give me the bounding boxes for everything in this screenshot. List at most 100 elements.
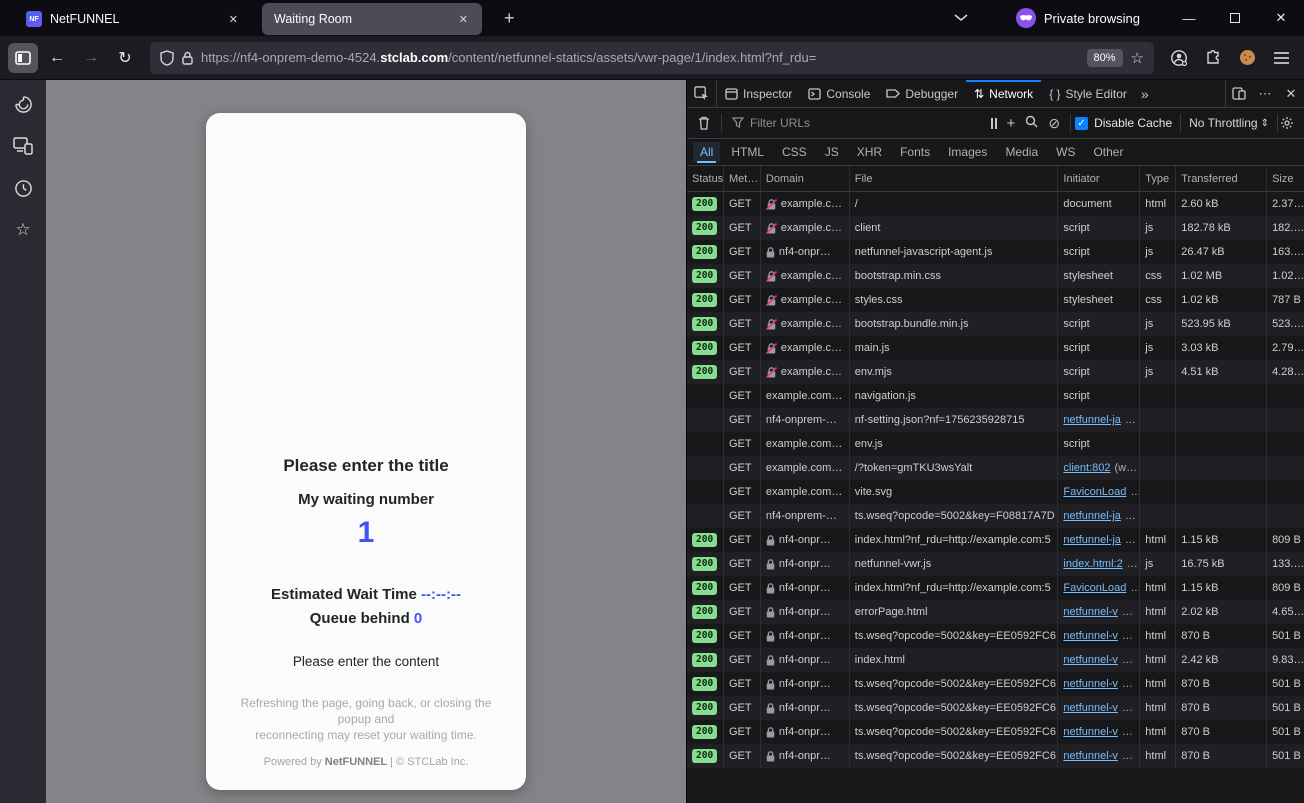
initiator-link[interactable]: netfunnel-v [1063, 624, 1117, 648]
column-header-type[interactable]: Type [1140, 166, 1176, 191]
table-row[interactable]: 200GETnf4-onpr…ts.wseq?opcode=5002&key=E… [687, 696, 1304, 720]
initiator-link[interactable]: FaviconLoad [1063, 576, 1126, 600]
filter-tab-js[interactable]: JS [818, 142, 846, 162]
table-row[interactable]: GETexample.com…vite.svgFaviconLoad… [687, 480, 1304, 504]
throttling-dropdown[interactable]: No Throttling ⇕ [1180, 114, 1277, 132]
table-row[interactable]: 200GETexample.c…main.jsscriptjs3.03 kB2.… [687, 336, 1304, 360]
initiator-link[interactable]: netfunnel-v [1063, 648, 1117, 672]
minimize-button[interactable]: — [1166, 0, 1212, 36]
history-icon[interactable] [13, 178, 33, 198]
table-row[interactable]: 200GETexample.c…bootstrap.bundle.min.jss… [687, 312, 1304, 336]
forward-button[interactable]: → [76, 43, 106, 73]
table-row[interactable]: 200GETnf4-onpr…errorPage.htmlnetfunnel-v… [687, 600, 1304, 624]
column-header-status[interactable]: Status [687, 166, 724, 191]
column-header-method[interactable]: Met… [724, 166, 761, 191]
table-row[interactable]: GETnf4-onprem-…ts.wseq?opcode=5002&key=F… [687, 504, 1304, 528]
initiator-link[interactable]: FaviconLoad [1063, 480, 1126, 504]
back-button[interactable]: ← [42, 43, 72, 73]
table-row[interactable]: 200GETnf4-onpr…index.htmlnetfunnel-v…htm… [687, 648, 1304, 672]
network-settings-gear-icon[interactable] [1277, 114, 1300, 132]
tab-close-icon[interactable]: ✕ [455, 11, 472, 28]
tab-network[interactable]: ⇅ Network [966, 80, 1041, 107]
tab-close-icon[interactable]: ✕ [225, 11, 242, 28]
table-row[interactable]: 200GETnf4-onpr…ts.wseq?opcode=5002&key=E… [687, 672, 1304, 696]
account-icon[interactable] [1164, 43, 1194, 73]
reload-button[interactable]: ↻ [110, 43, 140, 73]
more-tabs-chevron-icon[interactable]: » [1135, 80, 1155, 107]
initiator-link[interactable]: netfunnel-ja [1063, 504, 1121, 528]
table-row[interactable]: 200GETexample.c…env.mjsscriptjs4.51 kB4.… [687, 360, 1304, 384]
clear-requests-icon[interactable] [691, 116, 717, 130]
table-row[interactable]: GETexample.com…env.jsscript [687, 432, 1304, 456]
filter-tab-xhr[interactable]: XHR [850, 142, 889, 162]
new-tab-button[interactable]: + [496, 8, 523, 29]
table-row[interactable]: 200GETexample.c…bootstrap.min.cssstylesh… [687, 264, 1304, 288]
filter-tab-other[interactable]: Other [1086, 142, 1130, 162]
column-header-size[interactable]: Size [1267, 166, 1304, 191]
bookmarks-icon[interactable]: ☆ [13, 220, 33, 240]
table-row[interactable]: 200GETnf4-onpr…ts.wseq?opcode=5002&key=E… [687, 744, 1304, 768]
initiator-link[interactable]: netfunnel-v [1063, 744, 1117, 768]
column-header-transferred[interactable]: Transferred [1176, 166, 1267, 191]
tab-console[interactable]: Console [800, 80, 878, 107]
table-row[interactable]: 200GETnf4-onpr…netfunnel-vwr.jsindex.htm… [687, 552, 1304, 576]
zoom-level-badge[interactable]: 80% [1087, 49, 1123, 67]
filter-tab-media[interactable]: Media [998, 142, 1045, 162]
search-icon[interactable] [1025, 115, 1038, 131]
devtools-close-icon[interactable]: ✕ [1278, 80, 1304, 107]
ai-chatbot-icon[interactable] [13, 94, 33, 114]
filter-urls-input[interactable]: Filter URLs [726, 116, 985, 130]
synced-tabs-icon[interactable] [13, 136, 33, 156]
extensions-icon[interactable] [1198, 43, 1228, 73]
table-row[interactable]: 200GETnf4-onpr…ts.wseq?opcode=5002&key=E… [687, 624, 1304, 648]
initiator-link[interactable]: netfunnel-ja [1063, 528, 1121, 552]
shield-icon[interactable] [160, 50, 174, 66]
tab-waiting-room[interactable]: Waiting Room ✕ [262, 3, 482, 35]
devtools-meatball-menu-icon[interactable]: ⋯ [1252, 80, 1278, 107]
cookie-icon[interactable] [1232, 43, 1262, 73]
filter-tab-images[interactable]: Images [941, 142, 994, 162]
tab-style-editor[interactable]: { } Style Editor [1041, 80, 1135, 107]
table-row[interactable]: 200GETexample.c…clientscriptjs182.78 kB1… [687, 216, 1304, 240]
table-row[interactable]: GETnf4-onprem-…nf-setting.json?nf=175623… [687, 408, 1304, 432]
tab-debugger[interactable]: Debugger [878, 80, 966, 107]
table-row[interactable]: 200GETnf4-onpr…netfunnel-javascript-agen… [687, 240, 1304, 264]
disable-cache-checkbox[interactable]: ✓ Disable Cache [1075, 116, 1172, 130]
initiator-link[interactable]: netfunnel-ja [1063, 408, 1121, 432]
column-header-file[interactable]: File [850, 166, 1059, 191]
filter-tab-all[interactable]: All [693, 142, 720, 162]
close-window-button[interactable]: ✕ [1258, 0, 1304, 36]
table-row[interactable]: 200GETnf4-onpr…ts.wseq?opcode=5002&key=E… [687, 720, 1304, 744]
maximize-button[interactable] [1212, 0, 1258, 36]
lock-icon[interactable] [182, 51, 193, 65]
menu-icon[interactable] [1266, 43, 1296, 73]
table-row[interactable]: GETexample.com…/?token=gmTKU3wsYaltclien… [687, 456, 1304, 480]
initiator-link[interactable]: netfunnel-v [1063, 600, 1117, 624]
url-bar[interactable]: https://nf4-onprem-demo-4524.stclab.com/… [150, 42, 1154, 74]
pause-icon[interactable] [991, 118, 997, 129]
initiator-link[interactable]: index.html:2 [1063, 552, 1122, 576]
pick-element-icon[interactable] [687, 80, 717, 107]
filter-tab-ws[interactable]: WS [1049, 142, 1082, 162]
tab-inspector[interactable]: Inspector [717, 80, 800, 107]
filter-tab-fonts[interactable]: Fonts [893, 142, 937, 162]
sidebar-toggle-button[interactable] [8, 43, 38, 73]
table-row[interactable]: GETexample.com…navigation.jsscript [687, 384, 1304, 408]
table-row[interactable]: 200GETexample.c…/documenthtml2.60 kB2.37… [687, 192, 1304, 216]
initiator-link[interactable]: netfunnel-v [1063, 672, 1117, 696]
initiator-link[interactable]: netfunnel-v [1063, 696, 1117, 720]
table-row[interactable]: 200GETnf4-onpr…index.html?nf_rdu=http://… [687, 576, 1304, 600]
column-header-initiator[interactable]: Initiator [1058, 166, 1140, 191]
tab-netfunnel[interactable]: NF NetFUNNEL ✕ [14, 3, 252, 35]
table-row[interactable]: 200GETnf4-onpr…index.html?nf_rdu=http://… [687, 528, 1304, 552]
add-icon[interactable]: + [1007, 115, 1016, 132]
filter-tab-html[interactable]: HTML [724, 142, 771, 162]
responsive-design-icon[interactable] [1226, 80, 1252, 107]
block-icon[interactable]: ⊘ [1048, 115, 1060, 132]
filter-tab-css[interactable]: CSS [775, 142, 814, 162]
initiator-link[interactable]: netfunnel-v [1063, 720, 1117, 744]
list-tabs-chevron-icon[interactable] [954, 14, 968, 22]
initiator-link[interactable]: client:802 [1063, 456, 1110, 480]
column-header-domain[interactable]: Domain [761, 166, 850, 191]
bookmark-star-icon[interactable]: ☆ [1131, 49, 1144, 67]
